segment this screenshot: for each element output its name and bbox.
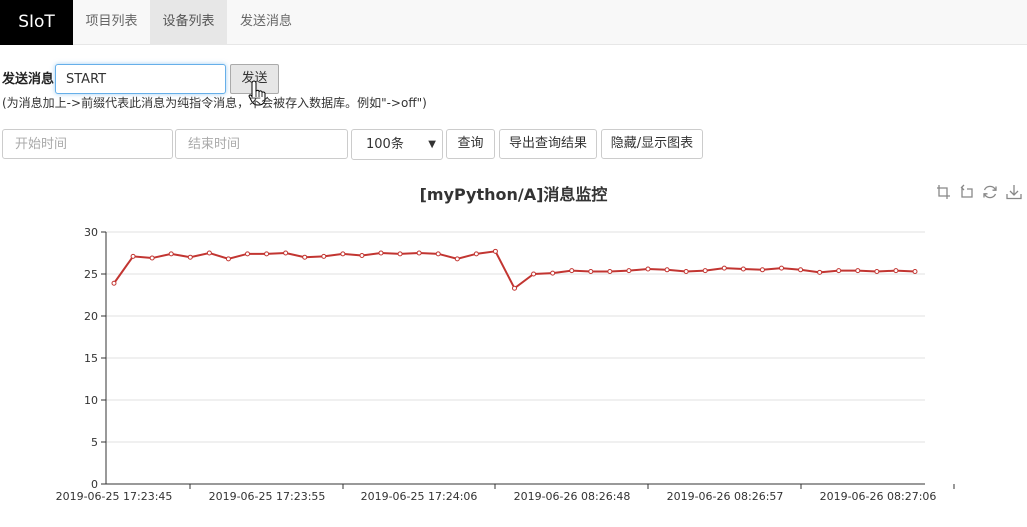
y-tick-label: 10 (84, 394, 98, 407)
y-tick-label: 30 (84, 226, 98, 239)
x-tick-label: 2019-06-25 17:24:06 (361, 490, 478, 503)
data-point (664, 267, 670, 273)
data-point (168, 251, 174, 257)
data-point (473, 251, 479, 257)
data-point (397, 251, 403, 257)
data-point (855, 268, 861, 274)
data-point (550, 270, 556, 276)
data-point (111, 280, 117, 286)
data-point (416, 250, 422, 256)
data-point (721, 265, 727, 271)
data-point (740, 266, 746, 272)
data-point (626, 268, 632, 274)
data-point (645, 266, 651, 272)
data-point (264, 251, 270, 257)
data-point (454, 256, 460, 262)
data-point (492, 248, 498, 254)
data-point (683, 268, 689, 274)
data-point (435, 251, 441, 257)
x-tick-label: 2019-06-26 08:26:48 (514, 490, 631, 503)
data-point (225, 256, 231, 262)
y-tick-label: 5 (91, 436, 98, 449)
data-point (378, 250, 384, 256)
data-point (798, 267, 804, 273)
line-chart: 0510152025302019-06-25 17:23:45 2019-06-2… (56, 226, 955, 503)
data-point (130, 253, 136, 259)
x-tick-label: 2019-06-26 08:27:06 (820, 490, 937, 503)
data-point (836, 268, 842, 274)
data-point (359, 253, 365, 259)
y-tick-label: 15 (84, 352, 98, 365)
data-point (893, 268, 899, 274)
data-point (759, 267, 765, 273)
data-point (283, 250, 289, 256)
y-tick-label: 25 (84, 268, 98, 281)
data-point (702, 268, 708, 274)
data-point (607, 268, 613, 274)
data-point (302, 254, 308, 260)
data-point (206, 250, 212, 256)
data-point (531, 271, 537, 277)
data-point (512, 285, 517, 291)
x-tick-label: 2019-06-26 08:26:57 (667, 490, 784, 503)
series-line (113, 250, 916, 290)
data-point (321, 253, 327, 259)
data-point (817, 269, 823, 275)
data-point (340, 251, 346, 257)
data-point (874, 268, 880, 274)
data-point (912, 268, 918, 274)
data-point (779, 265, 784, 271)
y-tick-label: 20 (84, 310, 98, 323)
data-point (149, 255, 155, 261)
data-point (187, 254, 193, 260)
data-point (569, 268, 575, 274)
data-point (245, 251, 250, 257)
x-tick-label: 2019-06-25 17:23:45 (56, 490, 173, 503)
x-tick-label: 2019-06-25 17:23:55 (209, 490, 326, 503)
data-point (588, 268, 594, 274)
